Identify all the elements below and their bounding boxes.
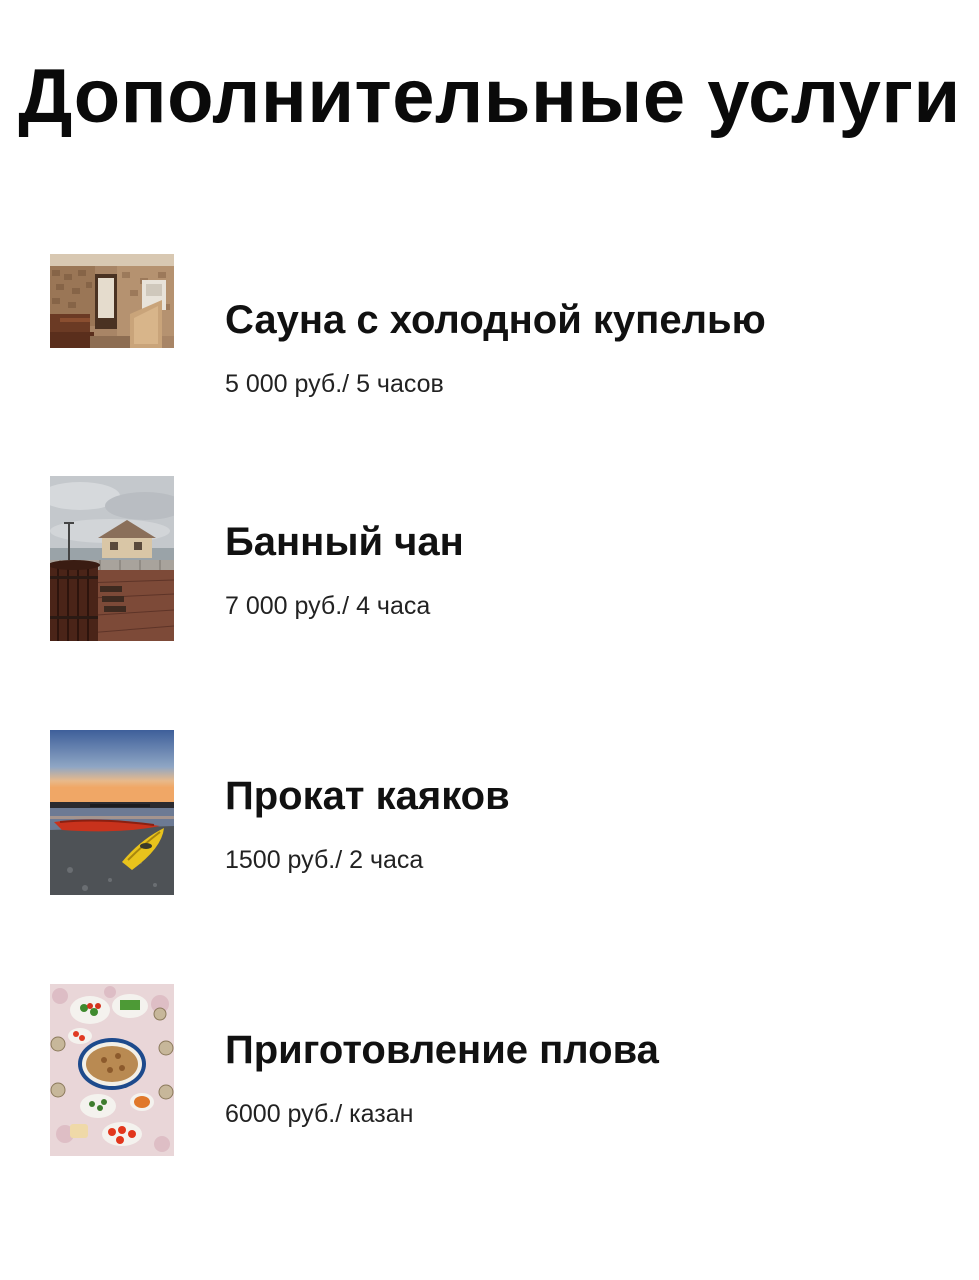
sauna-photo (50, 254, 174, 348)
service-name: Приготовление плова (225, 1028, 659, 1072)
service-price: 6000 руб./ казан (225, 1100, 414, 1128)
service-price: 1500 руб./ 2 часа (225, 846, 424, 874)
hot-tub-photo (50, 476, 174, 641)
service-price: 5 000 руб./ 5 часов (225, 370, 444, 398)
kayaks-photo (50, 730, 174, 895)
page-title: Дополнительные услуги (18, 54, 961, 139)
service-name: Прокат каяков (225, 774, 510, 818)
service-price: 7 000 руб./ 4 часа (225, 592, 431, 620)
pilaf-table-photo (50, 984, 174, 1156)
service-name: Сауна с холодной купелью (225, 298, 766, 342)
service-name: Банный чан (225, 520, 464, 564)
